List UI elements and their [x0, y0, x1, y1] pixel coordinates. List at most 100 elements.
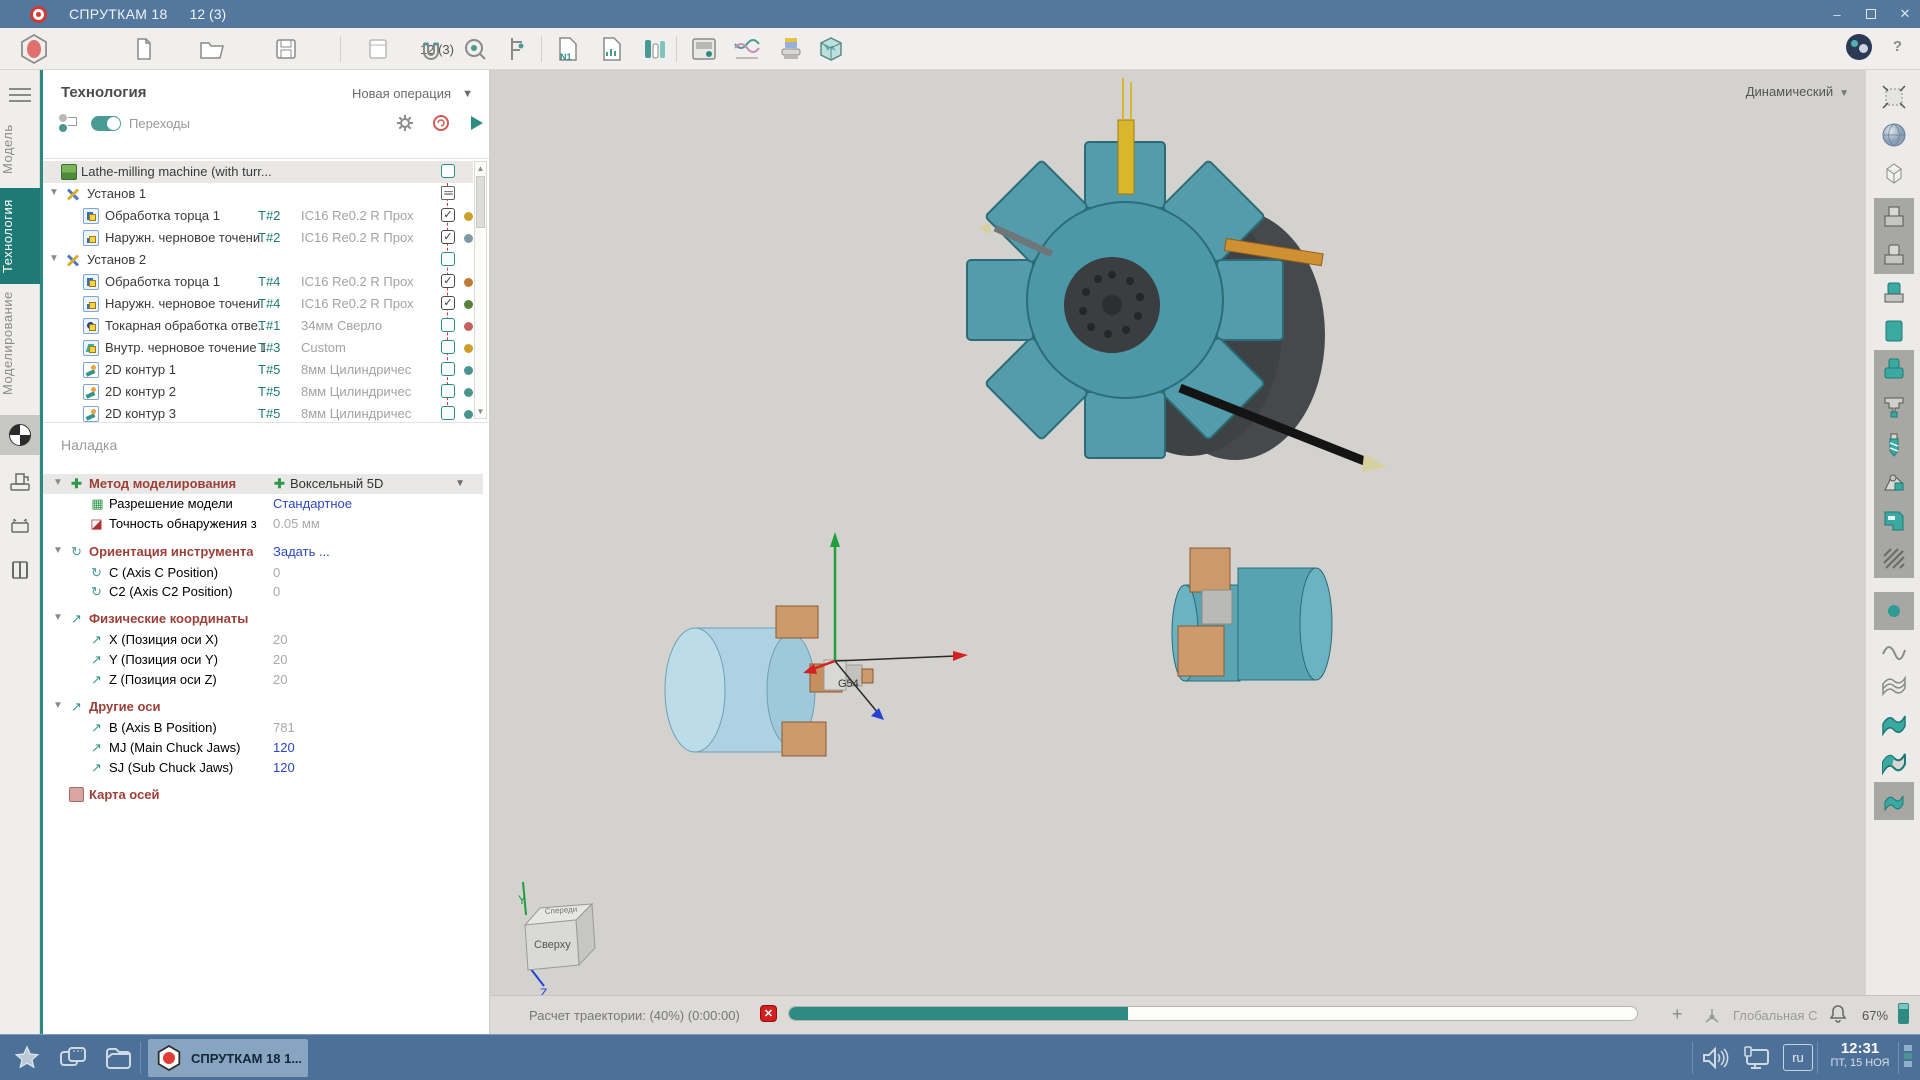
chuck-jaws-button[interactable]	[0, 550, 40, 590]
fit-view-icon[interactable]	[1874, 78, 1914, 116]
param-axis-c[interactable]: ↻ C (Axis C Position) 0	[43, 563, 483, 583]
machine-head-icon[interactable]	[1874, 502, 1914, 540]
transitions-toggle[interactable]	[91, 116, 121, 131]
part-teal-2-icon[interactable]	[1874, 388, 1914, 426]
open-folder-button[interactable]	[196, 33, 228, 65]
notifications-bell-icon[interactable]	[1828, 1004, 1848, 1024]
operations-flow-icon[interactable]	[59, 114, 79, 132]
surface-teal-icon[interactable]	[1874, 706, 1914, 744]
param-axis-z[interactable]: ↗ Z (Позиция оси Z) 20	[43, 670, 483, 690]
coordinate-system-label[interactable]: Глобальная С	[1733, 1008, 1817, 1023]
group-physical-coords[interactable]: ▼ ↗ Физические координаты	[43, 609, 483, 629]
mesh-surface-icon[interactable]	[1874, 668, 1914, 706]
operation-checkbox[interactable]	[441, 318, 455, 332]
viewport-3d[interactable]: Динамический▼	[490, 70, 1865, 995]
chevron-icon[interactable]: ▼	[53, 545, 63, 556]
menu-hamburger-icon[interactable]	[9, 88, 31, 102]
operation-checkbox[interactable]	[441, 406, 455, 420]
hatch-section-icon[interactable]	[1874, 540, 1914, 578]
stock-gray-2-icon[interactable]	[1874, 236, 1914, 274]
surface-teal-gray-icon[interactable]	[1874, 744, 1914, 782]
new-document-button[interactable]	[128, 33, 160, 65]
workpiece-cg-button[interactable]	[0, 415, 40, 455]
tools-library-icon[interactable]	[638, 33, 670, 65]
operation-checkbox[interactable]: ✓	[441, 296, 455, 310]
sprutcam-logo-icon[interactable]	[18, 33, 50, 65]
windows-switcher-icon[interactable]	[58, 1043, 88, 1073]
minimize-button[interactable]: –	[1830, 7, 1844, 22]
expander-icon[interactable]: ▼	[49, 187, 59, 198]
magnet-snap-icon[interactable]	[415, 33, 447, 65]
param-value[interactable]: Задать ...	[273, 544, 330, 559]
surface-small-icon[interactable]	[1874, 782, 1914, 820]
param-axis-x[interactable]: ↗ X (Позиция оси X) 20	[43, 630, 483, 650]
simulation-cube-icon[interactable]	[815, 33, 847, 65]
machine-checkbox[interactable]	[441, 164, 455, 178]
expander-icon[interactable]: ▼	[49, 253, 59, 264]
operation-checkbox[interactable]	[441, 340, 455, 354]
gcode-document-icon[interactable]: N1	[552, 33, 584, 65]
param-value[interactable]: 120	[273, 740, 295, 755]
tree-row-operation[interactable]: Обработка торца 1 T#4 IC16 Re0.2 R Прох …	[43, 271, 473, 293]
measure-tape-icon[interactable]	[459, 33, 491, 65]
param-axis-c2[interactable]: ↻ C2 (Axis C2 Position) 0	[43, 582, 483, 602]
param-tool-orientation[interactable]: ▼ ↻ Ориентация инструмента Задать ...	[43, 542, 483, 562]
axes-map-link[interactable]: Карта осей	[43, 785, 483, 805]
group-other-axes[interactable]: ▼ ↗ Другие оси	[43, 697, 483, 717]
favorites-star-icon[interactable]	[12, 1043, 42, 1073]
operation-checkbox[interactable]	[441, 362, 455, 376]
tree-row-setup1[interactable]: ▼ Установ 1 ≡≡	[43, 183, 473, 205]
language-switcher[interactable]: ru	[1783, 1044, 1813, 1071]
chevron-icon[interactable]: ▼	[53, 700, 63, 711]
param-modeling-method[interactable]: ▼ ✚ Метод моделирования ✚Воксельный 5D ▼	[43, 474, 483, 494]
display-icon[interactable]	[1742, 1043, 1772, 1073]
point-icon[interactable]	[1874, 592, 1914, 630]
tree-row-machine[interactable]: Lathe-milling machine (with turr...	[43, 161, 473, 183]
scrollbar-thumb[interactable]	[476, 176, 485, 228]
settings-gear-icon[interactable]	[395, 113, 415, 133]
workpiece-cylinder-icon[interactable]	[1874, 274, 1914, 312]
scroll-up-icon[interactable]: ▲	[475, 162, 486, 175]
wireframe-box-icon[interactable]	[1874, 154, 1914, 192]
operation-checkbox[interactable]	[441, 384, 455, 398]
view-mode-dropdown[interactable]: Динамический▼	[1746, 84, 1849, 99]
stop-calculation-button[interactable]: ✕	[760, 1005, 777, 1022]
tree-row-operation[interactable]: 2D контур 1 T#5 8мм Цилиндричес	[43, 359, 473, 381]
tree-row-setup2[interactable]: ▼ Установ 2	[43, 249, 473, 271]
tree-row-operation[interactable]: Токарная обработка отве... T#1 34мм Свер…	[43, 315, 473, 337]
tree-scrollbar[interactable]: ▲ ▼	[474, 161, 487, 419]
chevron-icon[interactable]: ▼	[53, 612, 63, 623]
help-button[interactable]: ?	[1893, 38, 1902, 55]
scroll-down-icon[interactable]: ▼	[475, 405, 486, 418]
new-operation-dropdown[interactable]: Новая операция	[352, 86, 451, 101]
tree-row-operation[interactable]: Внутр. черновое точение 1 T#3 Custom	[43, 337, 473, 359]
stock-gray-1-icon[interactable]	[1874, 198, 1914, 236]
tool-holder-icon[interactable]	[1874, 464, 1914, 502]
graph-curves-icon[interactable]	[731, 33, 763, 65]
tool-drill-icon[interactable]	[1874, 426, 1914, 464]
tab-modeling[interactable]: Моделирование	[0, 284, 40, 402]
caliper-icon[interactable]	[501, 33, 533, 65]
operation-checkbox[interactable]: ✓	[441, 274, 455, 288]
param-main-chuck-jaws[interactable]: ↗ MJ (Main Chuck Jaws) 120	[43, 738, 483, 758]
param-sub-chuck-jaws[interactable]: ↗ SJ (Sub Chuck Jaws) 120	[43, 758, 483, 778]
workpiece-solid-icon[interactable]	[1874, 312, 1914, 350]
panel-widget[interactable]	[1904, 1045, 1912, 1071]
maximize-button[interactable]	[1866, 9, 1876, 19]
combo-arrow-icon[interactable]: ▼	[455, 478, 465, 489]
save-button[interactable]	[270, 33, 302, 65]
collision-check-icon[interactable]	[431, 113, 451, 133]
tree-row-operation[interactable]: 2D контур 3 T#5 8мм Цилиндричес	[43, 403, 473, 422]
run-simulation-icon[interactable]	[467, 113, 487, 133]
machine-fixture-button[interactable]	[0, 462, 40, 502]
operation-checkbox[interactable]: ✓	[441, 208, 455, 222]
setup-notes-icon[interactable]: ≡≡	[441, 186, 455, 200]
param-axis-y[interactable]: ↗ Y (Позиция оси Y) 20	[43, 650, 483, 670]
param-axis-b[interactable]: ↗ B (Axis B Position) 781	[43, 718, 483, 738]
operation-checkbox[interactable]: ✓	[441, 230, 455, 244]
stock-setup-button[interactable]	[0, 506, 40, 546]
add-cs-button[interactable]: +	[1672, 1004, 1683, 1025]
part-teal-1-icon[interactable]	[1874, 350, 1914, 388]
shaded-sphere-icon[interactable]	[1874, 116, 1914, 154]
tab-technology[interactable]: Технология	[0, 188, 40, 284]
